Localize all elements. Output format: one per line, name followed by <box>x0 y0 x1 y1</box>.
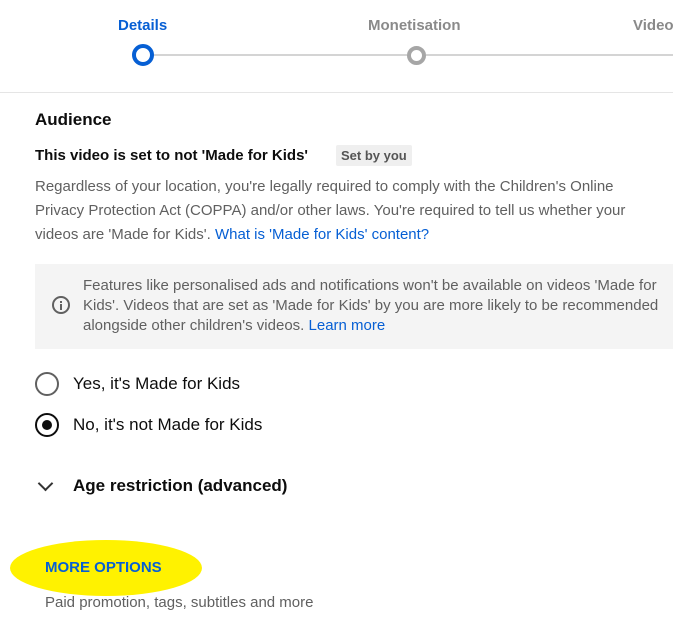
coppa-description: Regardless of your location, you're lega… <box>35 175 665 247</box>
audience-status: This video is set to not 'Made for Kids' <box>35 147 308 164</box>
learn-more-link[interactable]: Learn more <box>309 317 386 334</box>
more-options-description: Paid promotion, tags, subtitles and more <box>45 594 314 611</box>
step-details[interactable]: Details <box>118 17 167 34</box>
set-by-badge: Set by you <box>336 145 412 166</box>
age-restriction-toggle[interactable]: Age restriction (advanced) <box>37 475 287 496</box>
audience-status-row: This video is set to not 'Made for Kids'… <box>35 145 412 166</box>
info-icon <box>52 296 70 314</box>
stepper: Details Monetisation Video <box>0 0 673 93</box>
info-text: Features like personalised ads and notif… <box>83 276 668 336</box>
step-connector <box>426 54 673 56</box>
step-monetisation[interactable]: Monetisation <box>368 17 461 34</box>
step-details-indicator[interactable] <box>132 44 154 66</box>
audience-heading: Audience <box>35 110 112 129</box>
radio-label[interactable]: Yes, it's Made for Kids <box>73 374 240 394</box>
radio-made-for-kids-no[interactable]: No, it's not Made for Kids <box>35 413 262 437</box>
step-monetisation-indicator[interactable] <box>407 46 426 65</box>
radio-made-for-kids-yes[interactable]: Yes, it's Made for Kids <box>35 372 240 396</box>
step-connector <box>152 54 407 56</box>
made-for-kids-link[interactable]: What is 'Made for Kids' content? <box>215 226 429 243</box>
step-video[interactable]: Video <box>633 17 673 34</box>
radio-button-selected[interactable] <box>35 413 59 437</box>
more-options-button[interactable]: MORE OPTIONS <box>45 559 162 576</box>
chevron-down-icon[interactable] <box>37 475 54 491</box>
info-box: Features like personalised ads and notif… <box>35 264 673 349</box>
age-restriction-label[interactable]: Age restriction (advanced) <box>73 476 287 496</box>
radio-button[interactable] <box>35 372 59 396</box>
radio-label[interactable]: No, it's not Made for Kids <box>73 415 262 435</box>
